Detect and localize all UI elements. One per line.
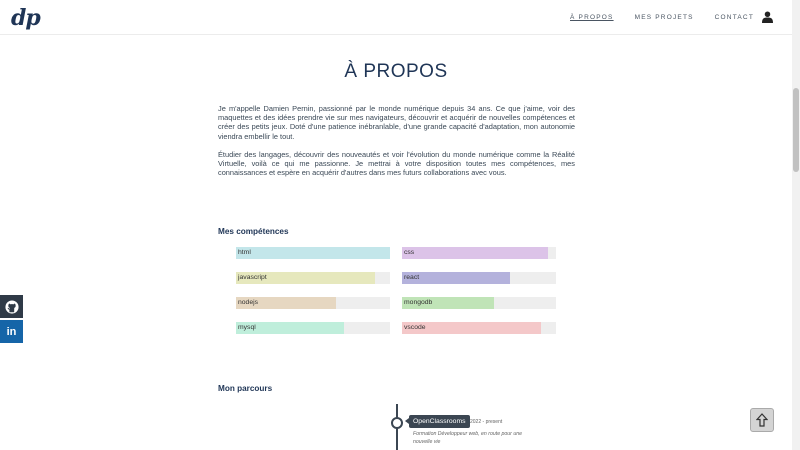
skill-bar-html: html [236,247,390,259]
skill-label: mysql [238,324,256,331]
timeline-entry-description: Formation Développeur web, en route pour… [413,431,523,445]
linkedin-icon: in [6,325,17,338]
skill-label: nodejs [238,299,259,306]
skill-bar-mongodb: mongodb [402,297,556,309]
skill-bar-react: react [402,272,556,284]
skill-bar-vscode: vscode [402,322,556,334]
about-paragraph-2: Étudier des langages, découvrir des nouv… [218,150,575,178]
skill-fill [402,247,549,259]
skill-label: vscode [404,324,426,331]
nav-link-projects[interactable]: MES PROJETS [635,14,694,21]
main-nav: À PROPOS MES PROJETS CONTACT [549,14,754,21]
nav-link-contact[interactable]: CONTACT [715,14,754,21]
site-logo[interactable]: dp [11,5,41,31]
nav-link-about[interactable]: À PROPOS [570,14,614,21]
skill-bar-mysql: mysql [236,322,390,334]
skills-heading: Mes compétences [218,227,289,236]
arrow-up-icon [756,413,768,427]
skill-bar-css: css [402,247,556,259]
parcours-heading: Mon parcours [218,384,273,393]
skill-fill [236,247,390,259]
timeline-entry-date: 2022 - present [470,419,503,425]
github-icon [4,299,19,314]
scroll-to-top-button[interactable] [750,408,774,432]
top-navbar: dp À PROPOS MES PROJETS CONTACT [0,0,792,35]
scrollbar-thumb[interactable] [793,88,799,172]
about-title: À PROPOS [344,61,448,82]
timeline-dot [391,417,403,429]
skill-label: css [404,249,415,256]
skill-label: javascript [238,274,267,281]
skill-bar-javascript: javascript [236,272,390,284]
page-scrollbar[interactable] [792,0,800,450]
user-icon[interactable] [762,11,773,23]
linkedin-link[interactable]: in [0,320,23,343]
skill-label: mongodb [404,299,433,306]
github-link[interactable] [0,295,23,318]
skill-label: html [238,249,251,256]
timeline-entry-title: OpenClassrooms [405,415,470,428]
skill-label: react [404,274,420,281]
about-paragraph-1: Je m'appelle Damien Pernin, passionné pa… [218,104,575,141]
skill-bar-nodejs: nodejs [236,297,390,309]
